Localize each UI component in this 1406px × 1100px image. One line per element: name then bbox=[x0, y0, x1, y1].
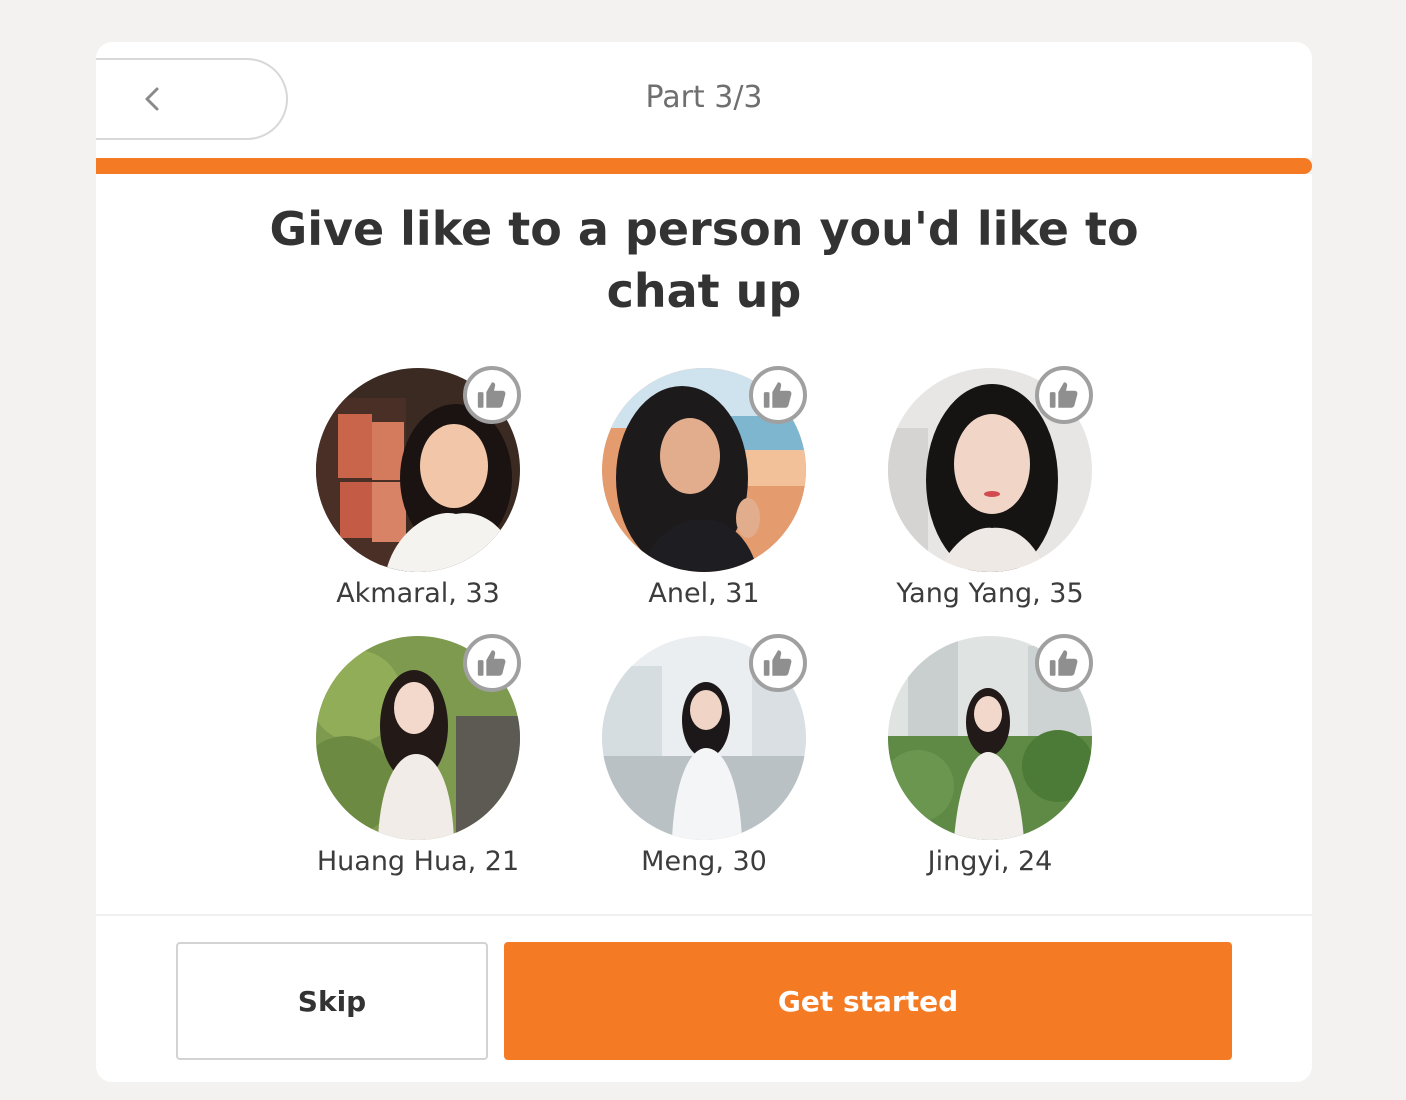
profile-name: Huang Hua, 21 bbox=[316, 846, 520, 877]
like-button[interactable] bbox=[463, 366, 521, 424]
like-button[interactable] bbox=[749, 634, 807, 692]
profile-card[interactable]: Huang Hua, 21 bbox=[301, 634, 587, 890]
profile-card[interactable]: Anel, 31 bbox=[587, 366, 873, 622]
profile-card[interactable]: Yang Yang, 35 bbox=[873, 366, 1159, 622]
thumbs-up-icon bbox=[477, 382, 506, 408]
thumbs-up-icon bbox=[1049, 650, 1078, 676]
profile-name: Anel, 31 bbox=[648, 578, 760, 609]
thumbs-up-icon bbox=[477, 650, 506, 676]
profile-name: Yang Yang, 35 bbox=[896, 578, 1084, 609]
footer-actions: Skip Get started bbox=[96, 914, 1312, 1082]
get-started-button[interactable]: Get started bbox=[504, 942, 1232, 1060]
thumbs-up-icon bbox=[763, 382, 792, 408]
profile-name: Akmaral, 33 bbox=[336, 578, 500, 609]
profile-card[interactable]: Akmaral, 33 bbox=[301, 366, 587, 622]
page-title: Give like to a person you'd like to chat… bbox=[269, 202, 1139, 318]
profile-card[interactable]: Jingyi, 24 bbox=[873, 634, 1159, 890]
thumbs-up-icon bbox=[763, 650, 792, 676]
step-indicator: Part 3/3 bbox=[645, 80, 763, 115]
like-button[interactable] bbox=[749, 366, 807, 424]
skip-button[interactable]: Skip bbox=[176, 942, 488, 1060]
onboarding-card: Part 3/3 Give like to a person you'd lik… bbox=[96, 42, 1312, 1082]
progress-bar bbox=[96, 158, 1312, 174]
profile-name: Jingyi, 24 bbox=[927, 846, 1053, 877]
profile-name: Meng, 30 bbox=[641, 846, 767, 877]
like-button[interactable] bbox=[1035, 634, 1093, 692]
thumbs-up-icon bbox=[1049, 382, 1078, 408]
like-button[interactable] bbox=[1035, 366, 1093, 424]
like-button[interactable] bbox=[463, 634, 521, 692]
progress-bar-fill bbox=[96, 158, 1312, 174]
profile-grid: Akmaral, 33 Anel, 31 Yang Yang, 35 Huang… bbox=[301, 366, 1157, 890]
profile-card[interactable]: Meng, 30 bbox=[587, 634, 873, 890]
